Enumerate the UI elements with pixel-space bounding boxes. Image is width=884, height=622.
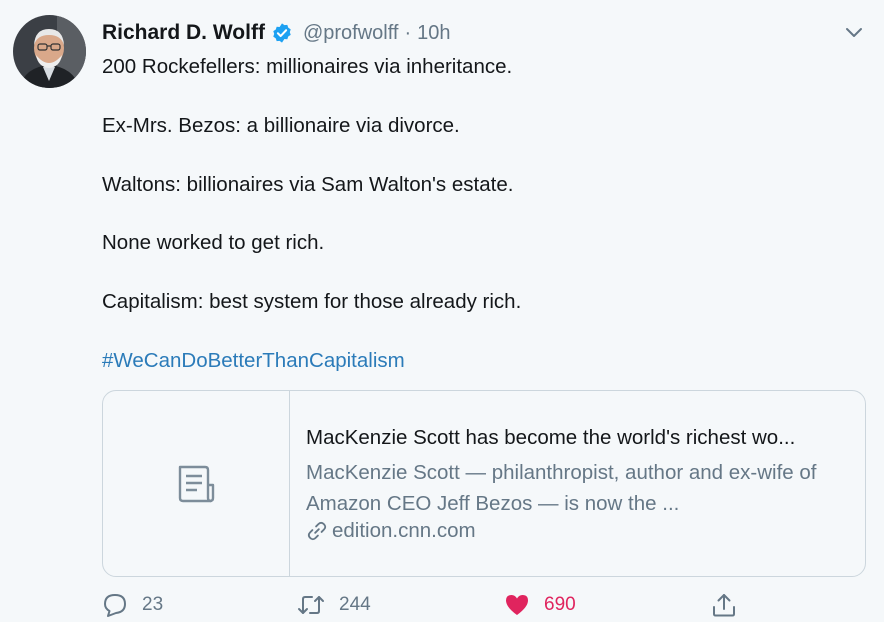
like-button[interactable]: 690 <box>504 592 576 618</box>
tweet-header: Richard D. Wolff @profwolff · 10h <box>102 20 451 46</box>
card-description: MacKenzie Scott — philanthropist, author… <box>306 461 817 515</box>
verified-badge-icon <box>273 23 291 43</box>
header-separator: · <box>404 21 412 44</box>
tweet-line: Capitalism: best system for those alread… <box>102 290 522 313</box>
author-name[interactable]: Richard D. Wolff <box>102 21 265 45</box>
retweet-count: 244 <box>339 594 371 615</box>
link-icon <box>307 521 327 541</box>
share-icon <box>713 594 735 617</box>
card-domain: edition.cnn.com <box>306 519 476 543</box>
hashtag-link[interactable]: #WeCanDoBetterThanCapitalism <box>102 349 405 373</box>
card-domain-text: edition.cnn.com <box>332 519 476 542</box>
chevron-down-icon[interactable] <box>844 24 864 42</box>
link-preview-card[interactable]: MacKenzie Scott has become the world's r… <box>102 390 866 577</box>
heart-icon <box>506 595 528 615</box>
reply-count: 23 <box>142 594 164 615</box>
tweet-line: None worked to get rich. <box>102 231 325 254</box>
card-thumbnail <box>103 391 290 576</box>
tweet-line: Waltons: billionaires via Sam Walton's e… <box>102 173 514 196</box>
reply-icon <box>104 594 126 617</box>
author-handle[interactable]: @profwolff <box>303 22 399 45</box>
tweet-line: 200 Rockefellers: millionaires via inher… <box>102 55 513 78</box>
document-icon <box>178 465 215 503</box>
retweet-icon <box>298 596 324 614</box>
like-count: 690 <box>544 594 576 615</box>
share-button[interactable] <box>711 592 737 618</box>
reply-button[interactable]: 23 <box>102 592 163 618</box>
tweet: Richard D. Wolff @profwolff · 10h 200 Ro… <box>0 0 884 622</box>
tweet-line: Ex-Mrs. Bezos: a billionaire via divorce… <box>102 114 460 137</box>
avatar[interactable] <box>13 15 86 88</box>
retweet-button[interactable]: 244 <box>297 592 371 618</box>
tweet-timestamp[interactable]: 10h <box>417 22 450 45</box>
card-title: MacKenzie Scott has become the world's r… <box>306 426 796 449</box>
avatar-photo <box>13 15 86 88</box>
